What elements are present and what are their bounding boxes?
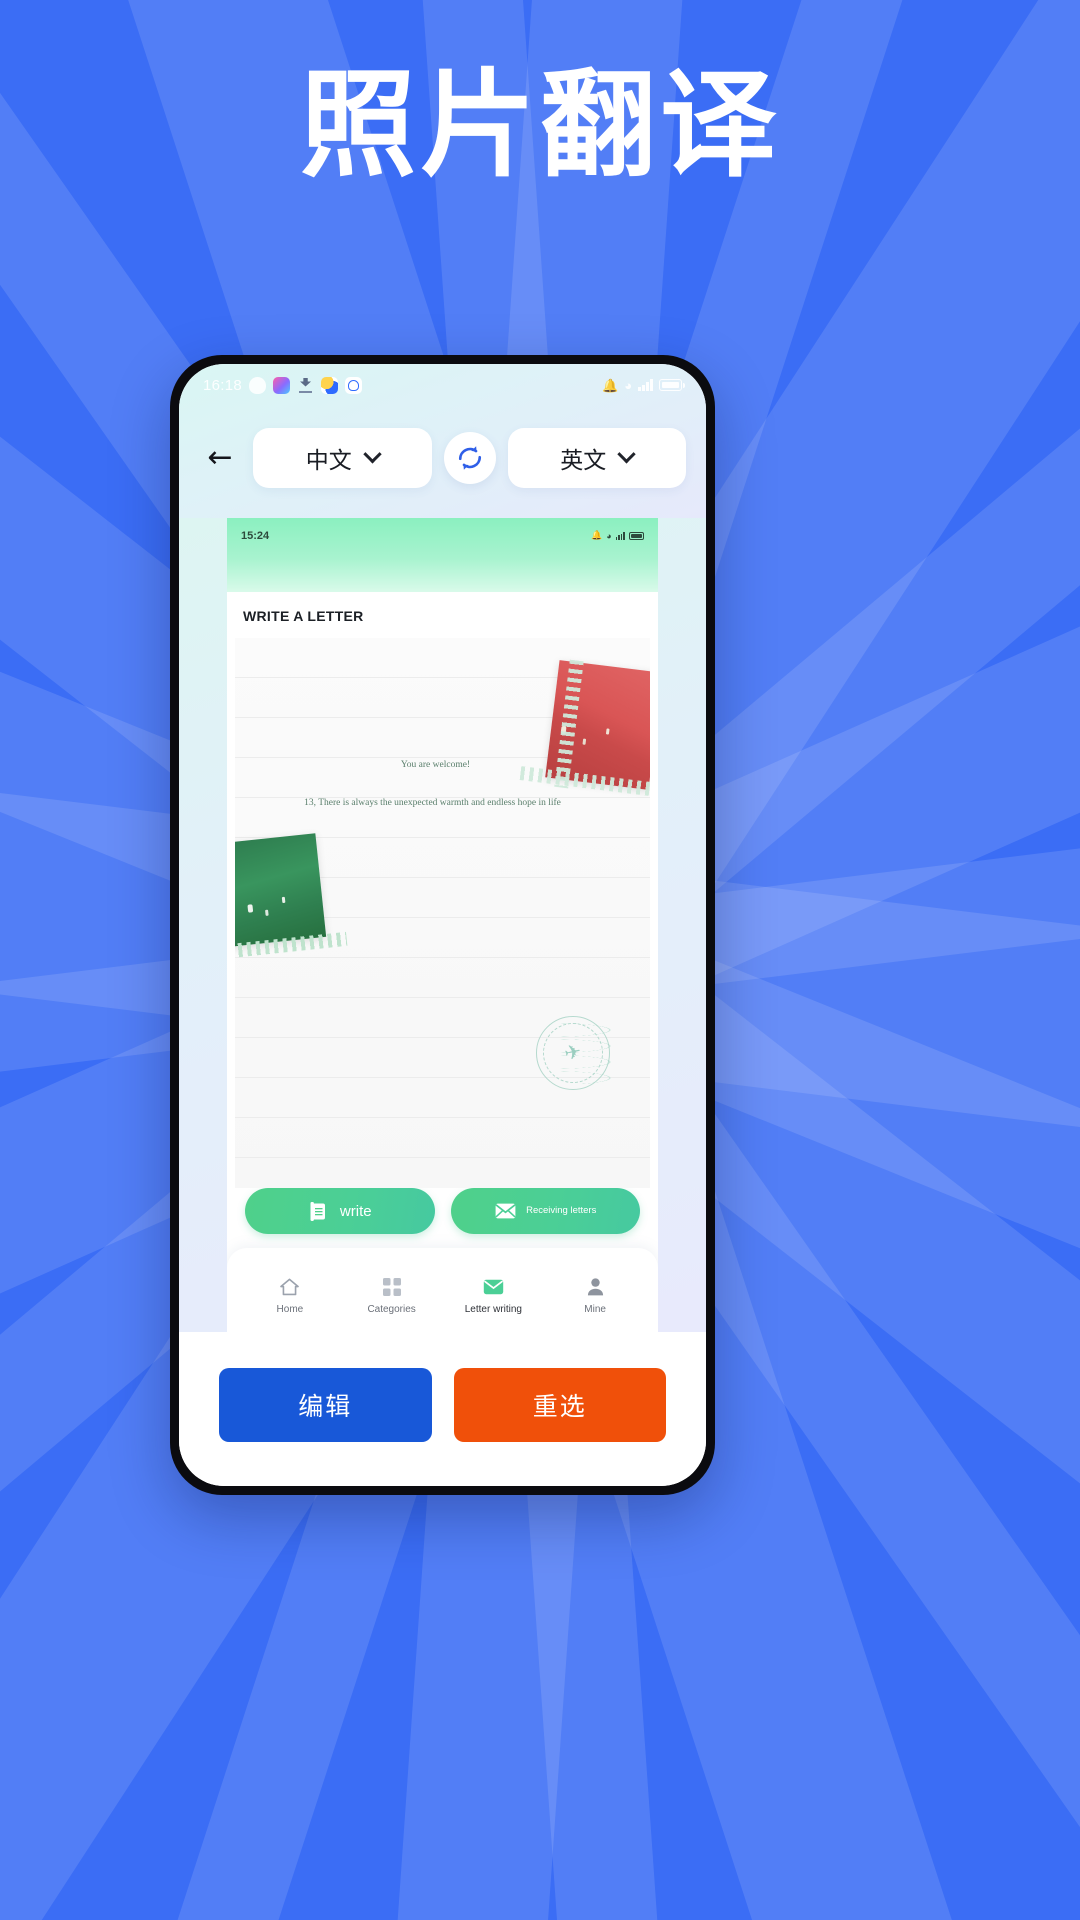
nav-label-categories: Categories <box>367 1303 416 1315</box>
footer-actions: 编辑 重选 <box>179 1332 706 1486</box>
captured-status-icons: 🔔 ◕ <box>591 530 644 541</box>
nav-label-home: Home <box>276 1303 304 1315</box>
app-top-section: 16:18 🔔 ◕ ← 中文 英文 <box>179 364 706 518</box>
status-bar-left: 16:18 <box>203 376 363 394</box>
airplane-icon: ✈ <box>562 1040 584 1066</box>
wifi-icon: ◕ <box>624 377 633 393</box>
captured-screenshot: 15:24 🔔 ◕ WRITE A LETTER You are welcome… <box>227 518 658 1332</box>
letter-line-1: You are welcome! <box>400 760 471 770</box>
app-note-icon <box>273 376 291 394</box>
envelope-icon <box>494 1200 516 1222</box>
battery-icon <box>659 379 685 391</box>
chevron-down-icon <box>617 444 636 463</box>
nav-label-letter-writing: Letter writing <box>464 1303 522 1315</box>
letter-line-2: 13, There is always the unexpected warmt… <box>304 798 561 808</box>
stamp-photo-green <box>235 833 327 947</box>
swap-languages-icon <box>458 446 481 470</box>
captured-action-buttons: write Receiving letters <box>227 1188 658 1248</box>
receiving-letters-button[interactable]: Receiving letters <box>450 1188 640 1234</box>
status-time: 16:18 <box>203 376 243 394</box>
person-icon <box>584 1276 606 1298</box>
captured-bottom-nav: Home Categories Letter writing Mine <box>227 1248 658 1332</box>
grid-icon <box>381 1276 403 1298</box>
target-language-selector[interactable]: 英文 <box>507 428 686 488</box>
phone-mockup: 16:18 🔔 ◕ ← 中文 英文 15:24 🔔 ◕ WRITE A LETT… <box>170 355 715 1495</box>
swap-languages-button[interactable] <box>443 432 496 484</box>
nav-item-home[interactable]: Home <box>239 1276 341 1315</box>
home-icon <box>279 1276 301 1298</box>
edit-button[interactable]: 编辑 <box>219 1368 432 1442</box>
baidu-icon <box>345 376 363 394</box>
screenshot-preview-area[interactable]: 15:24 🔔 ◕ WRITE A LETTER You are welcome… <box>179 518 706 1332</box>
signal-icon <box>638 379 653 391</box>
phone-screen: 16:18 🔔 ◕ ← 中文 英文 15:24 🔔 ◕ WRITE A LETT… <box>179 364 706 1486</box>
language-toolbar: ← 中文 英文 <box>179 406 706 514</box>
retake-button[interactable]: 重选 <box>453 1368 666 1442</box>
source-language-label: 中文 <box>305 448 352 474</box>
postmark-stamp: ✈ <box>536 1016 610 1090</box>
wifi-icon: ◕ <box>606 530 612 541</box>
status-bar: 16:18 🔔 ◕ <box>179 364 706 406</box>
captured-status-time: 15:24 <box>241 530 270 542</box>
write-button[interactable]: write <box>245 1188 435 1234</box>
captured-screen-title: WRITE A LETTER <box>243 608 364 624</box>
download-icon <box>297 377 314 394</box>
nav-label-mine: Mine <box>584 1303 606 1315</box>
cloud-sync-icon <box>321 376 339 394</box>
chevron-down-icon <box>363 444 382 463</box>
signal-icon <box>615 531 625 540</box>
shield-icon <box>249 376 267 394</box>
back-arrow-icon[interactable]: ← <box>199 437 241 479</box>
source-language-selector[interactable]: 中文 <box>253 428 432 488</box>
nav-item-mine[interactable]: Mine <box>544 1276 646 1315</box>
battery-icon <box>629 531 644 540</box>
receiving-letters-button-label: Receiving letters <box>526 1205 597 1217</box>
mail-icon <box>482 1276 504 1298</box>
document-icon <box>308 1200 330 1222</box>
bell-off-icon: 🔔 <box>602 377 619 393</box>
target-language-label: 英文 <box>560 448 607 474</box>
write-button-label: write <box>339 1202 372 1220</box>
captured-status-bar: 15:24 🔔 ◕ <box>227 518 658 592</box>
bell-off-icon: 🔔 <box>590 530 603 540</box>
letter-paper: You are welcome! 13, There is always the… <box>235 638 650 1188</box>
status-bar-right: 🔔 ◕ <box>602 377 685 393</box>
nav-item-letter-writing[interactable]: Letter writing <box>443 1276 545 1315</box>
page-title: 照片翻译 <box>300 58 780 193</box>
nav-item-categories[interactable]: Categories <box>341 1276 443 1315</box>
